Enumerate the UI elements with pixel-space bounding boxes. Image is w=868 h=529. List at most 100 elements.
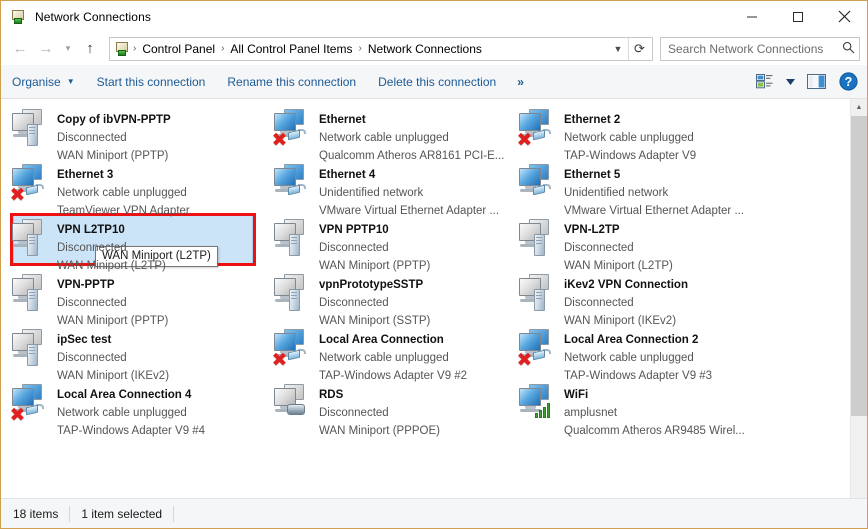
ethernet-icon: ✖ [516,328,562,372]
connection-item[interactable]: ✖ Local Area Connection 2 Network cable un… [516,325,847,382]
network-connections-window: Network Connections ← → ▾ ↑ › Control Pa… [0,0,868,529]
connection-name: Copy of ibVPN-PPTP [57,114,171,126]
connection-status: amplusnet [564,407,618,419]
vpn-connection-icon [9,273,55,317]
status-divider [173,505,175,522]
vpn-connection-icon [9,328,55,372]
connection-name: Ethernet [319,114,366,126]
error-x-icon: ✖ [9,184,26,206]
connections-grid: Copy of ibVPN-PPTP Disconnected WAN Minipo… [9,105,847,437]
network-connections-icon [10,9,26,25]
wifi-connection-icon [516,383,562,427]
ethernet-icon: ✖ [271,328,317,372]
up-button[interactable]: ↑ [77,36,103,62]
connection-item[interactable]: RDS Disconnected WAN Miniport (PPPOE) [271,380,516,437]
vpn-connection-icon [9,108,55,152]
connection-status: Unidentified network [564,187,669,199]
connection-device: TAP-Windows Adapter V9 #4 [57,425,206,437]
forward-button[interactable]: → [33,36,59,62]
connection-device: Qualcomm Atheros AR9485 Wirel... [564,425,745,437]
connection-item[interactable]: iKev2 VPN Connection Disconnected WAN Mini… [516,270,847,327]
help-icon[interactable]: ? [833,69,863,95]
refresh-icon[interactable]: ⟳ [628,37,650,60]
connection-name: iKev2 VPN Connection [564,279,688,291]
connection-device: VMware Virtual Ethernet Adapter ... [564,205,745,217]
modem-icon [287,404,305,415]
window-controls [729,1,867,32]
search-box[interactable]: Search Network Connections [660,36,860,61]
connection-item[interactable]: ✖ Ethernet 3 Network cable unplugged TeamVi… [9,160,271,217]
view-layout-icon[interactable] [749,69,779,95]
vertical-scrollbar[interactable]: ▲ [850,99,867,498]
vpn-connection-icon [271,273,317,317]
connection-item[interactable]: ipSec test Disconnected WAN Miniport (IKEv… [9,325,271,382]
status-bar: 18 items 1 item selected [1,498,867,528]
breadcrumb-network-connections[interactable]: Network Connections [363,42,487,56]
error-x-icon: ✖ [271,129,288,151]
connection-item[interactable]: VPN-L2TP Disconnected WAN Miniport (L2TP) [516,215,847,272]
preview-pane-icon[interactable] [801,69,831,95]
connection-item[interactable]: WiFi amplusnet Qualcomm Atheros AR9485 Wir… [516,380,847,437]
scroll-up-button[interactable]: ▲ [851,99,867,116]
status-divider [69,505,71,522]
connection-item[interactable]: Ethernet 5 Unidentified network VMware Vir… [516,160,847,217]
close-button[interactable] [821,1,867,32]
breadcrumb-control-panel[interactable]: Control Panel [137,42,220,56]
connection-item[interactable]: vpnPrototypeSSTP Disconnected WAN Miniport… [271,270,516,327]
connection-device: WAN Miniport (PPTP) [57,150,169,162]
connection-name: Local Area Connection 2 [564,334,699,346]
connection-item[interactable]: Copy of ibVPN-PPTP Disconnected WAN Minipo… [9,105,271,162]
window-title: Network Connections [35,9,151,24]
connection-name: VPN L2TP10 [57,224,125,236]
connection-item[interactable]: Ethernet 4 Unidentified network VMware Vir… [271,160,516,217]
connection-status: Disconnected [564,242,634,254]
connection-name: VPN PPTP10 [319,224,389,236]
command-bar-right: ? [749,69,863,95]
vpn-connection-icon [516,218,562,262]
organise-button[interactable]: Organise ▼ [1,65,86,98]
connection-item[interactable]: ✖ Ethernet Network cable unplugged Qualcomm… [271,105,516,162]
connection-item[interactable]: VPN L2TP10 Disconnected WAN Miniport (L2TP… [9,215,271,272]
connection-item[interactable]: VPN PPTP10 Disconnected WAN Miniport (PPTP… [271,215,516,272]
vpn-connection-icon [9,218,55,262]
overflow-button[interactable]: » [507,75,534,89]
connection-item[interactable]: ✖ Ethernet 2 Network cable unplugged TAP-Wi… [516,105,847,162]
vpn-connection-icon [271,218,317,262]
connection-name: RDS [319,389,344,401]
wan-miniport-badge-icon [534,289,545,311]
minimize-button[interactable] [729,1,775,32]
connection-item[interactable]: ✖ Local Area Connection Network cable unpl… [271,325,516,382]
network-connections-icon [114,41,130,57]
connection-item[interactable]: ✖ Local Area Connection 4 Network cable un… [9,380,271,437]
wan-miniport-badge-icon [27,124,38,146]
search-input[interactable]: Search Network Connections [668,42,842,56]
connection-status: Network cable unplugged [564,352,694,364]
connection-name: VPN-L2TP [564,224,620,236]
connection-name: Local Area Connection [319,334,444,346]
breadcrumb-bar[interactable]: › Control Panel › All Control Panel Item… [109,36,653,61]
wan-miniport-badge-icon [289,234,300,256]
connection-device: WAN Miniport (PPTP) [319,260,431,272]
ethernet-icon: ✖ [9,163,55,207]
ethernet-icon: ✖ [271,108,317,152]
connection-item[interactable]: VPN-PPTP Disconnected WAN Miniport (PPTP) [9,270,271,327]
view-dropdown-caret[interactable] [781,69,799,95]
connection-status: Disconnected [57,352,127,364]
chevron-down-icon[interactable]: ▼ [608,44,628,54]
recent-locations-button[interactable]: ▾ [59,36,77,62]
connection-device: WAN Miniport (L2TP) [57,260,166,272]
delete-connection-button[interactable]: Delete this connection [367,65,507,98]
scrollbar-thumb[interactable] [851,116,867,416]
search-icon[interactable] [842,41,855,57]
breadcrumb-all-control-panel-items[interactable]: All Control Panel Items [225,42,357,56]
start-connection-button[interactable]: Start this connection [86,65,217,98]
connection-name: Ethernet 5 [564,169,621,181]
connection-status: Network cable unplugged [57,187,187,199]
back-button[interactable]: ← [7,36,33,62]
address-bar: ← → ▾ ↑ › Control Panel › All Control Pa… [1,32,867,65]
maximize-button[interactable] [775,1,821,32]
ethernet-icon: ✖ [9,383,55,427]
connection-name: VPN-PPTP [57,279,115,291]
rename-connection-button[interactable]: Rename this connection [216,65,367,98]
connection-device: VMware Virtual Ethernet Adapter ... [319,205,500,217]
